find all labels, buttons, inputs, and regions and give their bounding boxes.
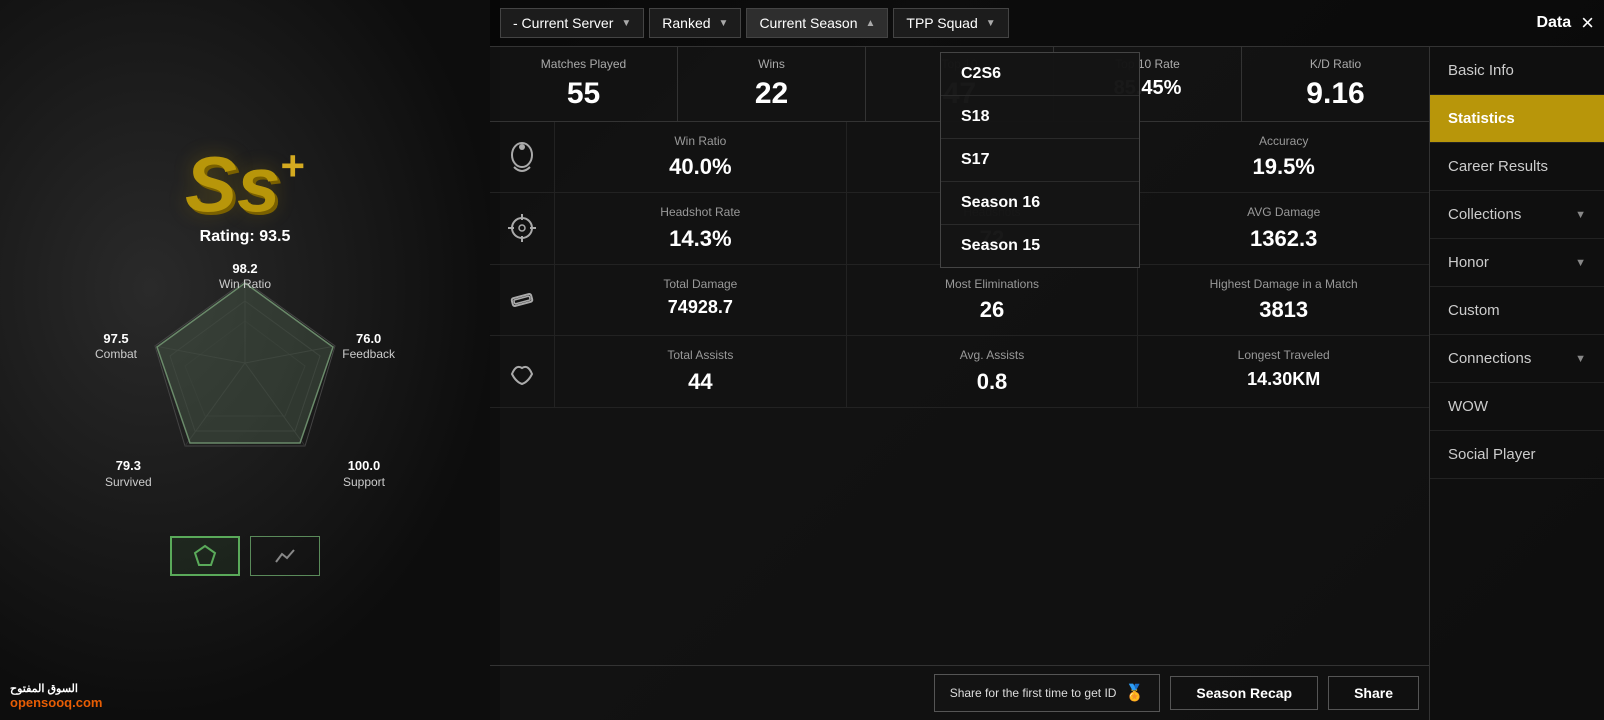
stats-row-assists: Total Assists 44 Avg. Assists 0.8 Longes… [490,336,1429,408]
sidebar-collections[interactable]: Collections ▼ [1430,191,1604,239]
line-view-btn[interactable] [250,536,320,576]
squad-dropdown[interactable]: TPP Squad ▼ [893,8,1008,38]
sidebar-custom[interactable]: Custom [1430,287,1604,335]
most-elim-cell: Most Eliminations 26 [847,265,1139,336]
radar-view-btn[interactable] [170,536,240,576]
season-dropdown[interactable]: Current Season ▲ [746,8,888,38]
bottom-actions: Share for the first time to get ID 🏅 Sea… [490,665,1429,720]
opensooq-watermark: السوق المفتوح opensooq.com [10,680,102,710]
dropdown-c2s6[interactable]: C2S6 [941,53,1139,96]
headshot-rate-cell: Headshot Rate 14.3% [555,193,847,264]
main-content: Ss+ Rating: 93.5 98.2 Win R [0,0,1604,720]
sidebar-basic-info[interactable]: Basic Info [1430,47,1604,95]
sidebar-career-results[interactable]: Career Results [1430,143,1604,191]
left-panel: Ss+ Rating: 93.5 98.2 Win R [0,0,490,720]
assists-cells: Total Assists 44 Avg. Assists 0.8 Longes… [555,336,1429,407]
radar-chart: 98.2 Win Ratio 76.0 Feedback 100.0 Suppo… [95,261,395,521]
chart-buttons [170,536,320,576]
top-bar: - Current Server ▼ Ranked ▼ Current Seas… [490,0,1604,47]
dropdown-s18[interactable]: S18 [941,96,1139,139]
total-damage-cell: Total Damage 74928.7 [555,265,847,336]
longest-traveled-cell: Longest Traveled 14.30KM [1138,336,1429,407]
win-ratio-cell: Win Ratio 40.0% [555,122,847,193]
avg-assists-cell: Avg. Assists 0.8 [847,336,1139,407]
radar-win-ratio: 98.2 Win Ratio [219,261,271,293]
rating-text: Rating: 93.5 [200,228,291,246]
stat-wins: Wins 22 [678,47,866,121]
sidebar-statistics[interactable]: Statistics [1430,95,1604,143]
damage-cells: Total Damage 74928.7 Most Eliminations 2… [555,265,1429,336]
stat-matches: Matches Played 55 [490,47,678,121]
headshot-icon [490,193,555,264]
dropdown-season16[interactable]: Season 16 [941,182,1139,225]
dropdown-season15[interactable]: Season 15 [941,225,1139,267]
sidebar-wow[interactable]: WOW [1430,383,1604,431]
data-section: Data × [1536,10,1594,36]
rank-badge: Ss+ [185,145,305,223]
stats-row-damage: Total Damage 74928.7 Most Eliminations 2… [490,265,1429,337]
dropdown-s17[interactable]: S17 [941,139,1139,182]
sidebar-connections[interactable]: Connections ▼ [1430,335,1604,383]
radar-survived: 79.3 Survived [105,458,152,490]
sidebar-honor[interactable]: Honor ▼ [1430,239,1604,287]
radar-support: 100.0 Support [343,458,385,490]
share-tooltip: Share for the first time to get ID 🏅 [934,674,1161,712]
mode-dropdown[interactable]: Ranked ▼ [649,8,741,38]
rank-label: Ss [185,140,280,228]
accuracy-cell: Accuracy 19.5% [1138,122,1429,193]
total-assists-cell: Total Assists 44 [555,336,847,407]
rank-plus: + [280,142,305,189]
season-dropdown-overlay: C2S6 S18 S17 Season 16 Season 15 [940,52,1140,268]
share-btn[interactable]: Share [1328,676,1419,710]
winratio-icon [490,122,555,193]
stat-kd: K/D Ratio 9.16 [1242,47,1429,121]
radar-feedback: 76.0 Feedback [342,331,395,363]
highest-damage-cell: Highest Damage in a Match 3813 [1138,265,1429,336]
damage-icon [490,265,555,336]
radar-combat: 97.5 Combat [95,331,137,363]
right-sidebar: Basic Info Statistics Career Results Col… [1429,47,1604,720]
server-dropdown[interactable]: - Current Server ▼ [500,8,644,38]
avg-damage-cell: AVG Damage 1362.3 [1138,193,1429,264]
assists-icon [490,336,555,407]
season-recap-btn[interactable]: Season Recap [1170,676,1318,710]
close-btn[interactable]: × [1581,10,1594,36]
sidebar-social-player[interactable]: Social Player [1430,431,1604,479]
